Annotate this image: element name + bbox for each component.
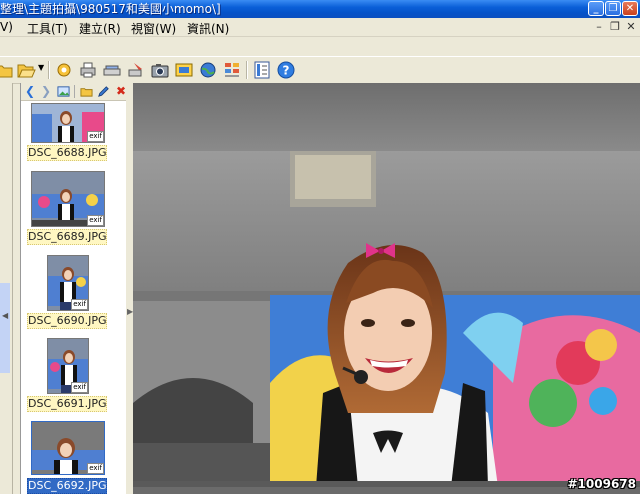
thumbnail-toolbar: ❮ ❯ ✖	[21, 83, 131, 101]
menu-view[interactable]: V)	[0, 20, 13, 34]
thumbnail-filename: DSC_6691.JPG	[27, 396, 107, 412]
forward-arrow-icon[interactable]: ❯	[39, 84, 53, 98]
thumbnail-image: exif	[31, 103, 105, 143]
open-folder-icon[interactable]	[16, 60, 36, 80]
thumbnail-image: exif	[31, 421, 105, 475]
send-icon[interactable]	[126, 60, 146, 80]
dropdown-arrow-icon[interactable]: ▼	[38, 63, 44, 72]
menu-window[interactable]: 視窗(W)	[131, 20, 176, 37]
left-scroll-thumb[interactable]	[0, 283, 10, 373]
thumbnail-filename: DSC_6689.JPG	[27, 229, 107, 245]
back-arrow-icon[interactable]: ❮	[23, 84, 37, 98]
thumbnail-panel: ❮ ❯ ✖ exif DSC_6688.JPG exif DSC_6689.JP…	[20, 83, 146, 494]
mdi-restore-icon[interactable]: ❐	[608, 20, 622, 34]
exif-badge: exif	[87, 131, 104, 142]
slideshow-icon[interactable]	[174, 60, 194, 80]
thumbnail-image: exif	[47, 338, 89, 394]
folder-icon[interactable]	[0, 60, 14, 80]
svg-text:?: ?	[283, 64, 290, 78]
main-photo	[133, 83, 640, 487]
properties-icon[interactable]	[252, 60, 272, 80]
thumbnail-image: exif	[31, 171, 105, 227]
thumbnail-item[interactable]: exif DSC_6689.JPG	[27, 169, 107, 245]
address-strip	[0, 36, 640, 57]
settings-gear-icon[interactable]	[54, 60, 74, 80]
help-icon[interactable]: ?	[276, 60, 296, 80]
mdi-minimize-icon[interactable]: –	[592, 20, 606, 34]
exif-badge: exif	[87, 215, 104, 226]
rename-pencil-icon[interactable]	[97, 85, 110, 98]
watermark-text: #1009678	[567, 477, 636, 491]
print-icon[interactable]	[78, 60, 98, 80]
exif-badge: exif	[71, 299, 88, 310]
menu-info[interactable]: 資訊(N)	[187, 20, 229, 37]
thumbnail-filename: DSC_6690.JPG	[27, 313, 107, 329]
thumbnail-item[interactable]: exif DSC_6690.JPG	[27, 253, 107, 331]
view-image-icon[interactable]	[57, 85, 70, 98]
menu-create[interactable]: 建立(R)	[79, 20, 121, 37]
window-title: 整理\主題拍攝\980517和美國小momo\]	[0, 2, 221, 16]
close-button[interactable]: ✕	[622, 1, 638, 16]
contact-sheet-icon[interactable]	[222, 60, 242, 80]
folder-tree-collapsed[interactable]: ◀	[0, 83, 13, 494]
maximize-button[interactable]: ❐	[605, 1, 621, 16]
minimize-button[interactable]: _	[588, 1, 604, 16]
thumbnail-item[interactable]: exif DSC_6688.JPG	[27, 101, 107, 163]
title-bar: 整理\主題拍攝\980517和美國小momo\] _ ❐ ✕	[0, 0, 640, 18]
exif-badge: exif	[71, 382, 88, 393]
thumbnail-filename: DSC_6692.JPG	[27, 478, 107, 494]
thumbnail-filename: DSC_6688.JPG	[27, 145, 107, 161]
new-folder-icon[interactable]	[80, 85, 93, 98]
image-viewer[interactable]: #1009678	[133, 83, 640, 494]
scanner-icon[interactable]	[102, 60, 122, 80]
collapse-left-icon[interactable]: ◀	[2, 311, 8, 320]
exif-badge: exif	[87, 463, 104, 474]
menu-tools[interactable]: 工具(T)	[27, 20, 68, 37]
mdi-close-icon[interactable]: ✕	[624, 20, 638, 34]
thumbnail-item[interactable]: exif DSC_6691.JPG	[27, 336, 107, 414]
thumbnail-image: exif	[47, 255, 89, 311]
thumbnail-item-selected[interactable]: exif DSC_6692.JPG	[27, 419, 107, 494]
camera-icon[interactable]	[150, 60, 170, 80]
panel-splitter[interactable]: ▶	[126, 83, 133, 494]
toolbar: ▼ ?	[0, 56, 640, 84]
web-globe-icon[interactable]	[198, 60, 218, 80]
menu-bar: V) 工具(T) 建立(R) 視窗(W) 資訊(N) – ❐ ✕	[0, 18, 640, 36]
